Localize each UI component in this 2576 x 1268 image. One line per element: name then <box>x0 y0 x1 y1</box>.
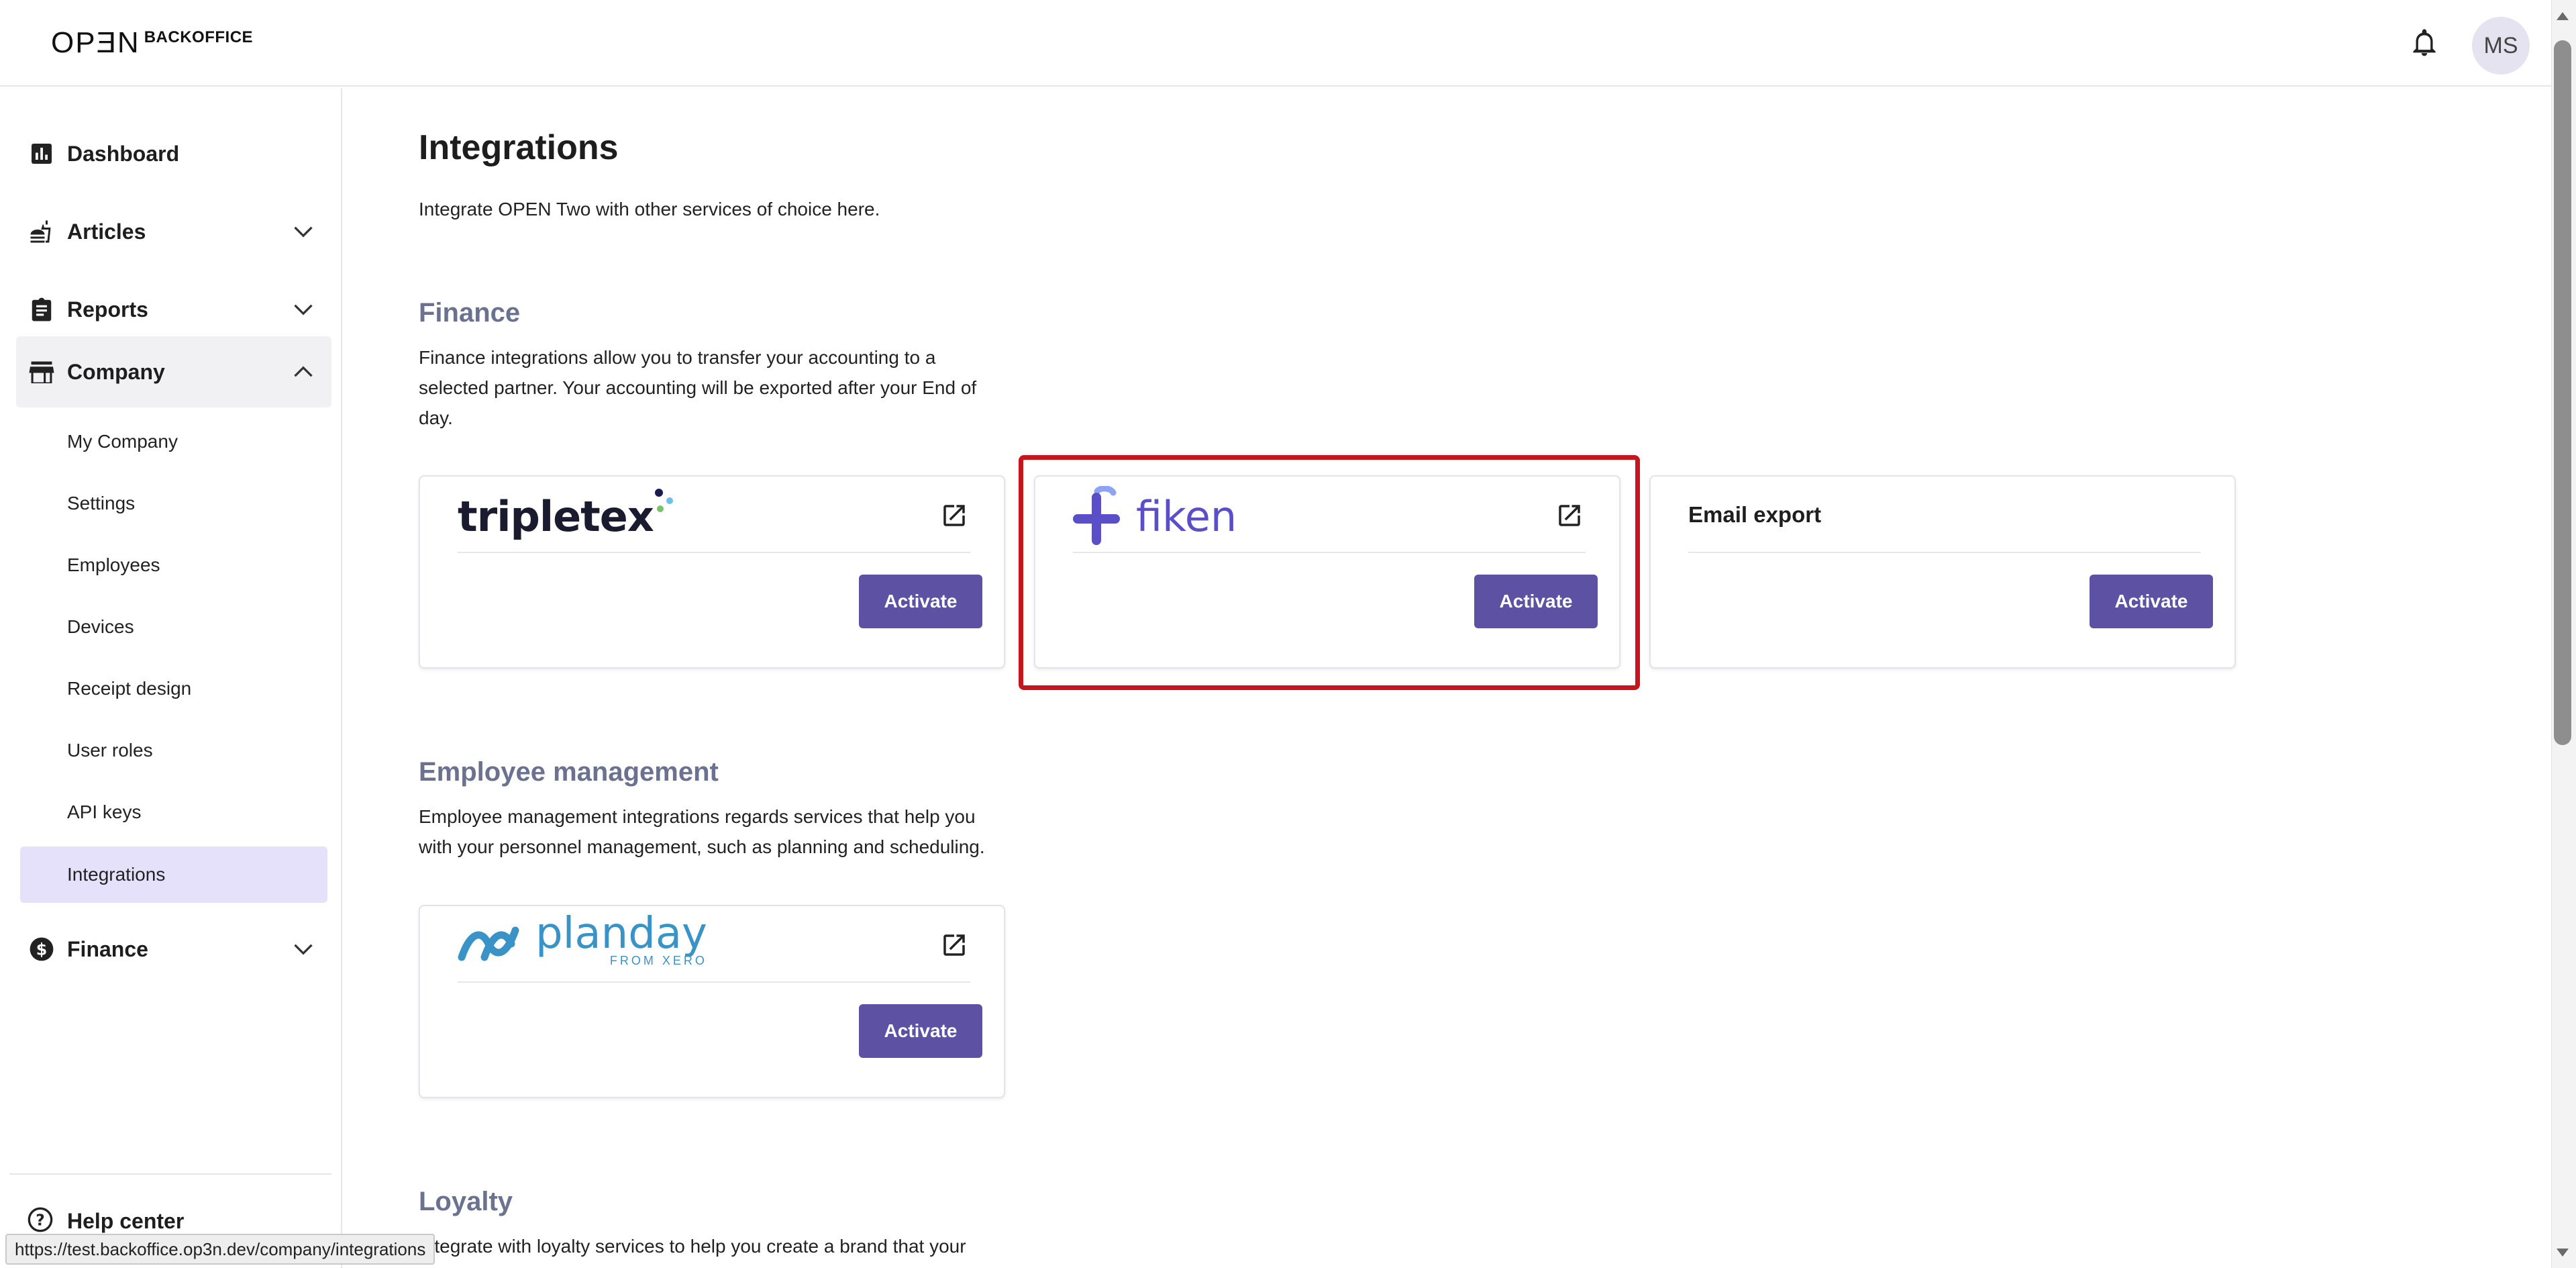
external-link-icon[interactable] <box>938 499 970 532</box>
scroll-up-arrow-icon[interactable] <box>2557 12 2569 20</box>
section-description-finance: Finance integrations allow you to transf… <box>419 347 977 428</box>
chevron-down-icon <box>290 936 317 963</box>
chevron-up-icon <box>290 358 317 385</box>
tripletex-logo-text: tripletex <box>458 491 654 541</box>
sidebar-item-articles[interactable]: Articles <box>16 196 331 267</box>
sidebar-subitem-devices[interactable]: Devices <box>20 599 327 655</box>
scrollbar-thumb[interactable] <box>2554 40 2571 745</box>
integration-card-email-export: Email export Activate <box>1649 475 2236 669</box>
planday-logo-text: planday <box>535 908 707 959</box>
sidebar-divider <box>9 1173 331 1175</box>
card-title: Email export <box>1688 502 1822 527</box>
card-header: tripletex <box>458 477 970 553</box>
sidebar-item-label: Dashboard <box>67 141 180 166</box>
sidebar-subitem-employees[interactable]: Employees <box>20 537 327 593</box>
chevron-down-icon <box>290 296 317 323</box>
integration-card-tripletex: tripletex Activate <box>419 475 1005 669</box>
open-backoffice-logo[interactable]: OPƎN BACKOFFICE <box>51 23 254 59</box>
integration-card-planday: planday FROM XERO Activate <box>419 905 1005 1098</box>
card-header: Email export <box>1688 477 2201 553</box>
user-avatar[interactable]: MS <box>2472 17 2530 75</box>
sidebar-subitem-user-roles[interactable]: User roles <box>20 722 327 779</box>
dollar-circle-icon: $ <box>28 936 55 963</box>
section-title-finance: Finance <box>419 298 521 328</box>
status-bar-url: https://test.backoffice.op3n.dev/company… <box>5 1234 435 1265</box>
sidebar-item-company[interactable]: Company <box>16 336 331 407</box>
sidebar-item-reports[interactable]: Reports <box>16 274 331 345</box>
activate-button-email-export[interactable]: Activate <box>2090 575 2213 628</box>
page-title: Integrations <box>419 128 619 167</box>
sidebar-subitem-my-company[interactable]: My Company <box>20 413 327 470</box>
sidebar-item-label: Finance <box>67 936 148 961</box>
section-description-employee-management: Employee management integrations regards… <box>419 806 985 857</box>
tripletex-logo: tripletex <box>458 486 678 546</box>
fastfood-icon <box>28 218 55 245</box>
logo-mark: OPƎN <box>51 26 140 59</box>
clipboard-icon <box>28 296 55 323</box>
top-header: OPƎN BACKOFFICE MS <box>0 0 2551 87</box>
activate-button-fiken[interactable]: Activate <box>1474 575 1598 628</box>
help-center-link[interactable]: ? Help center <box>27 1206 184 1236</box>
planday-logo: planday FROM XERO <box>458 910 707 971</box>
card-header: planday FROM XERO <box>458 906 970 983</box>
svg-text:?: ? <box>36 1210 45 1229</box>
sidebar-subitem-settings[interactable]: Settings <box>20 475 327 532</box>
external-link-icon[interactable] <box>938 929 970 961</box>
section-description-loyalty: Integrate with loyalty services to help … <box>419 1236 966 1257</box>
help-center-label: Help center <box>67 1209 185 1233</box>
page-description: Integrate OPEN Two with other services o… <box>419 199 880 220</box>
store-icon <box>28 358 55 385</box>
svg-text:$: $ <box>36 940 48 959</box>
scroll-down-arrow-icon[interactable] <box>2557 1249 2569 1257</box>
help-circle-icon: ? <box>27 1206 54 1236</box>
sidebar-item-dashboard[interactable]: Dashboard <box>16 118 331 189</box>
sidebar-subitem-receipt-design[interactable]: Receipt design <box>20 661 327 717</box>
card-header: fiken <box>1073 477 1586 553</box>
integration-card-fiken: fiken Activate <box>1034 475 1620 669</box>
tripletex-dots-icon <box>654 489 673 512</box>
notifications-bell-icon[interactable] <box>2408 27 2441 60</box>
sidebar-subitem-integrations[interactable]: Integrations <box>20 846 327 903</box>
sidebar: Dashboard Articles Reports Company My Co… <box>0 88 342 1268</box>
sidebar-subitem-api-keys[interactable]: API keys <box>20 784 327 840</box>
activate-button-tripletex[interactable]: Activate <box>859 575 982 628</box>
fiken-logo-text: fiken <box>1136 491 1237 541</box>
sidebar-item-label: Reports <box>67 297 148 322</box>
section-title-employee-management: Employee management <box>419 757 719 787</box>
bar-chart-icon <box>28 140 55 167</box>
planday-mark-icon <box>458 926 519 961</box>
fiken-mark-icon <box>1073 486 1120 545</box>
fiken-logo: fiken <box>1073 486 1237 546</box>
section-title-loyalty: Loyalty <box>419 1187 513 1216</box>
logo-text: BACKOFFICE <box>144 28 254 46</box>
sidebar-item-label: Articles <box>67 219 146 244</box>
activate-button-planday[interactable]: Activate <box>859 1004 982 1058</box>
external-link-icon[interactable] <box>1553 499 1586 532</box>
chevron-down-icon <box>290 218 317 245</box>
sidebar-item-label: Company <box>67 359 165 384</box>
sidebar-item-finance[interactable]: $ Finance <box>16 914 331 985</box>
